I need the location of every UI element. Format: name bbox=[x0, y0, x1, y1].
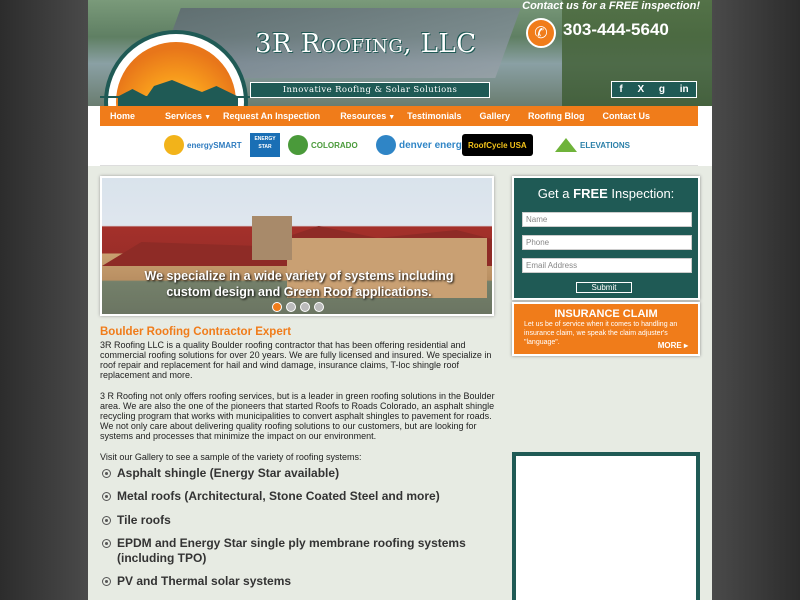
nav-roofing-blog[interactable]: Roofing Blog bbox=[510, 111, 584, 121]
page-shadow-right bbox=[712, 0, 800, 600]
partner-logo-elevations[interactable]: ELEVATIONS bbox=[555, 134, 630, 156]
partner-logo-energystar[interactable]: ENERGY STAR bbox=[250, 133, 280, 157]
bullet-icon bbox=[102, 577, 111, 586]
google-icon[interactable]: g bbox=[659, 84, 665, 95]
page: 3R Roofing, LLC Innovative Roofing & Sol… bbox=[88, 0, 712, 600]
partner-logo-denver-energy[interactable]: denver energy bbox=[376, 134, 467, 156]
nav-resources[interactable]: Resources ▼ bbox=[320, 111, 395, 121]
nav-services[interactable]: Services ▼ bbox=[135, 111, 211, 121]
energysmart-icon bbox=[164, 135, 184, 155]
list-item: Tile roofs bbox=[100, 513, 496, 528]
sidebar-widget-box bbox=[512, 452, 700, 600]
list-item: Metal roofs (Architectural, Stone Coated… bbox=[100, 489, 496, 504]
slider-dot-3[interactable] bbox=[300, 302, 310, 312]
slider-dot-4[interactable] bbox=[314, 302, 324, 312]
partner-logo-roofcycle[interactable]: RoofCycle USA bbox=[462, 134, 533, 156]
bullet-icon bbox=[102, 469, 111, 478]
slide-chimney bbox=[252, 216, 292, 260]
logo[interactable]: 3R Roofing, LLC Innovative Roofing & Sol… bbox=[100, 26, 495, 174]
list-item: PV and Thermal solar systems bbox=[100, 574, 496, 589]
arrow-right-icon: ▸ bbox=[683, 341, 688, 350]
bullet-icon bbox=[102, 492, 111, 501]
page-heading: Boulder Roofing Contractor Expert bbox=[100, 326, 292, 338]
gallery-paragraph: Visit our Gallery to see a sample of the… bbox=[100, 452, 362, 462]
nav-home[interactable]: Home bbox=[100, 111, 135, 121]
slider-dots bbox=[272, 302, 324, 312]
linkedin-icon[interactable]: in bbox=[680, 84, 689, 95]
hero-slider[interactable]: We specialize in a wide variety of syste… bbox=[100, 176, 494, 316]
bullet-icon bbox=[102, 539, 111, 548]
submit-button[interactable]: Submit bbox=[576, 282, 632, 293]
nav-request-inspection[interactable]: Request An Inspection bbox=[211, 111, 320, 121]
main-content: Boulder Roofing Contractor Expert 3R Roo… bbox=[100, 326, 496, 589]
inspection-form-title: Get a FREE Inspection: bbox=[537, 186, 675, 201]
x-icon[interactable]: X bbox=[637, 84, 644, 95]
inspection-form: Get a FREE Inspection: Name Phone Email … bbox=[512, 176, 700, 300]
phone-field[interactable]: Phone bbox=[522, 235, 692, 250]
slide-caption: We specialize in a wide variety of syste… bbox=[144, 269, 454, 299]
slider-dot-2[interactable] bbox=[286, 302, 296, 312]
phone-number[interactable]: 303-444-5640 bbox=[563, 20, 669, 40]
colorado-icon bbox=[288, 135, 308, 155]
nav-gallery[interactable]: Gallery bbox=[462, 111, 511, 121]
main-nav: Home Services ▼ Request An Inspection Res… bbox=[100, 106, 698, 126]
page-shadow-left bbox=[0, 0, 88, 600]
facebook-icon[interactable]: f bbox=[619, 84, 622, 95]
partner-logos: energySMART ENERGY STAR COLORADO denver … bbox=[100, 126, 698, 166]
email-field[interactable]: Email Address bbox=[522, 258, 692, 273]
phone-icon: ✆ bbox=[526, 18, 556, 48]
green-roofing-paragraph: 3 R Roofing not only offers roofing serv… bbox=[100, 391, 495, 441]
company-tagline: Innovative Roofing & Solar Solutions bbox=[250, 82, 490, 98]
header: 3R Roofing, LLC Innovative Roofing & Sol… bbox=[88, 0, 712, 174]
insurance-claim-box[interactable]: INSURANCE CLAIM Let us be of service whe… bbox=[512, 302, 700, 356]
company-name: 3R Roofing, LLC bbox=[255, 29, 477, 59]
social-links: f X g in bbox=[611, 81, 697, 98]
slider-dot-1[interactable] bbox=[272, 302, 282, 312]
partner-logo-colorado[interactable]: COLORADO bbox=[288, 134, 358, 156]
chevron-down-icon: ▼ bbox=[204, 114, 211, 121]
chevron-down-icon: ▼ bbox=[388, 114, 396, 121]
inspection-cta-text: Contact us for a FREE inspection! bbox=[522, 0, 700, 12]
partner-logo-energysmart[interactable]: energySMART bbox=[164, 134, 242, 156]
elevations-icon bbox=[555, 138, 577, 152]
insurance-claim-title: INSURANCE CLAIM bbox=[554, 308, 658, 320]
list-item: Asphalt shingle (Energy Star available) bbox=[100, 466, 496, 481]
bullet-icon bbox=[102, 516, 111, 525]
energystar-icon: ENERGY STAR bbox=[250, 133, 280, 157]
intro-paragraph: 3R Roofing LLC is a quality Boulder roof… bbox=[100, 340, 492, 380]
insurance-more-link[interactable]: MORE ▸ bbox=[658, 341, 688, 350]
nav-contact-us[interactable]: Contact Us bbox=[585, 111, 651, 121]
nav-testimonials[interactable]: Testimonials bbox=[395, 111, 461, 121]
list-item: EPDM and Energy Star single ply membrane… bbox=[100, 536, 496, 566]
name-field[interactable]: Name bbox=[522, 212, 692, 227]
denver-energy-icon bbox=[376, 135, 396, 155]
